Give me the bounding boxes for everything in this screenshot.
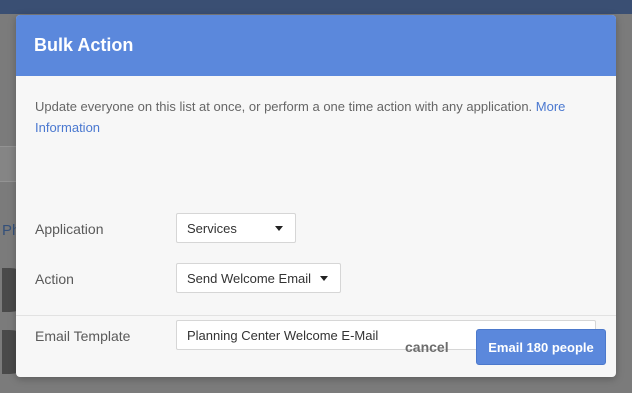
action-select-value: Send Welcome Email [187,270,312,286]
caret-down-icon [320,276,328,281]
intro-text-block: Update everyone on this list at once, or… [35,96,590,138]
modal-footer: cancel Email 180 people [16,316,616,377]
cancel-button[interactable]: cancel [405,339,449,355]
caret-down-icon [275,226,283,231]
modal-title: Bulk Action [34,35,134,55]
action-label: Action [35,271,74,287]
application-select[interactable]: Services [176,213,296,243]
intro-text: Update everyone on this list at once, or… [35,99,533,114]
application-select-value: Services [187,220,237,236]
modal-body: Update everyone on this list at once, or… [16,76,616,350]
application-label: Application [35,221,104,237]
modal-header: Bulk Action [16,15,616,76]
bulk-action-modal: Bulk Action Update everyone on this list… [16,15,616,377]
background-top-bar [0,0,632,14]
action-select[interactable]: Send Welcome Email [176,263,341,293]
email-people-button[interactable]: Email 180 people [476,329,606,365]
